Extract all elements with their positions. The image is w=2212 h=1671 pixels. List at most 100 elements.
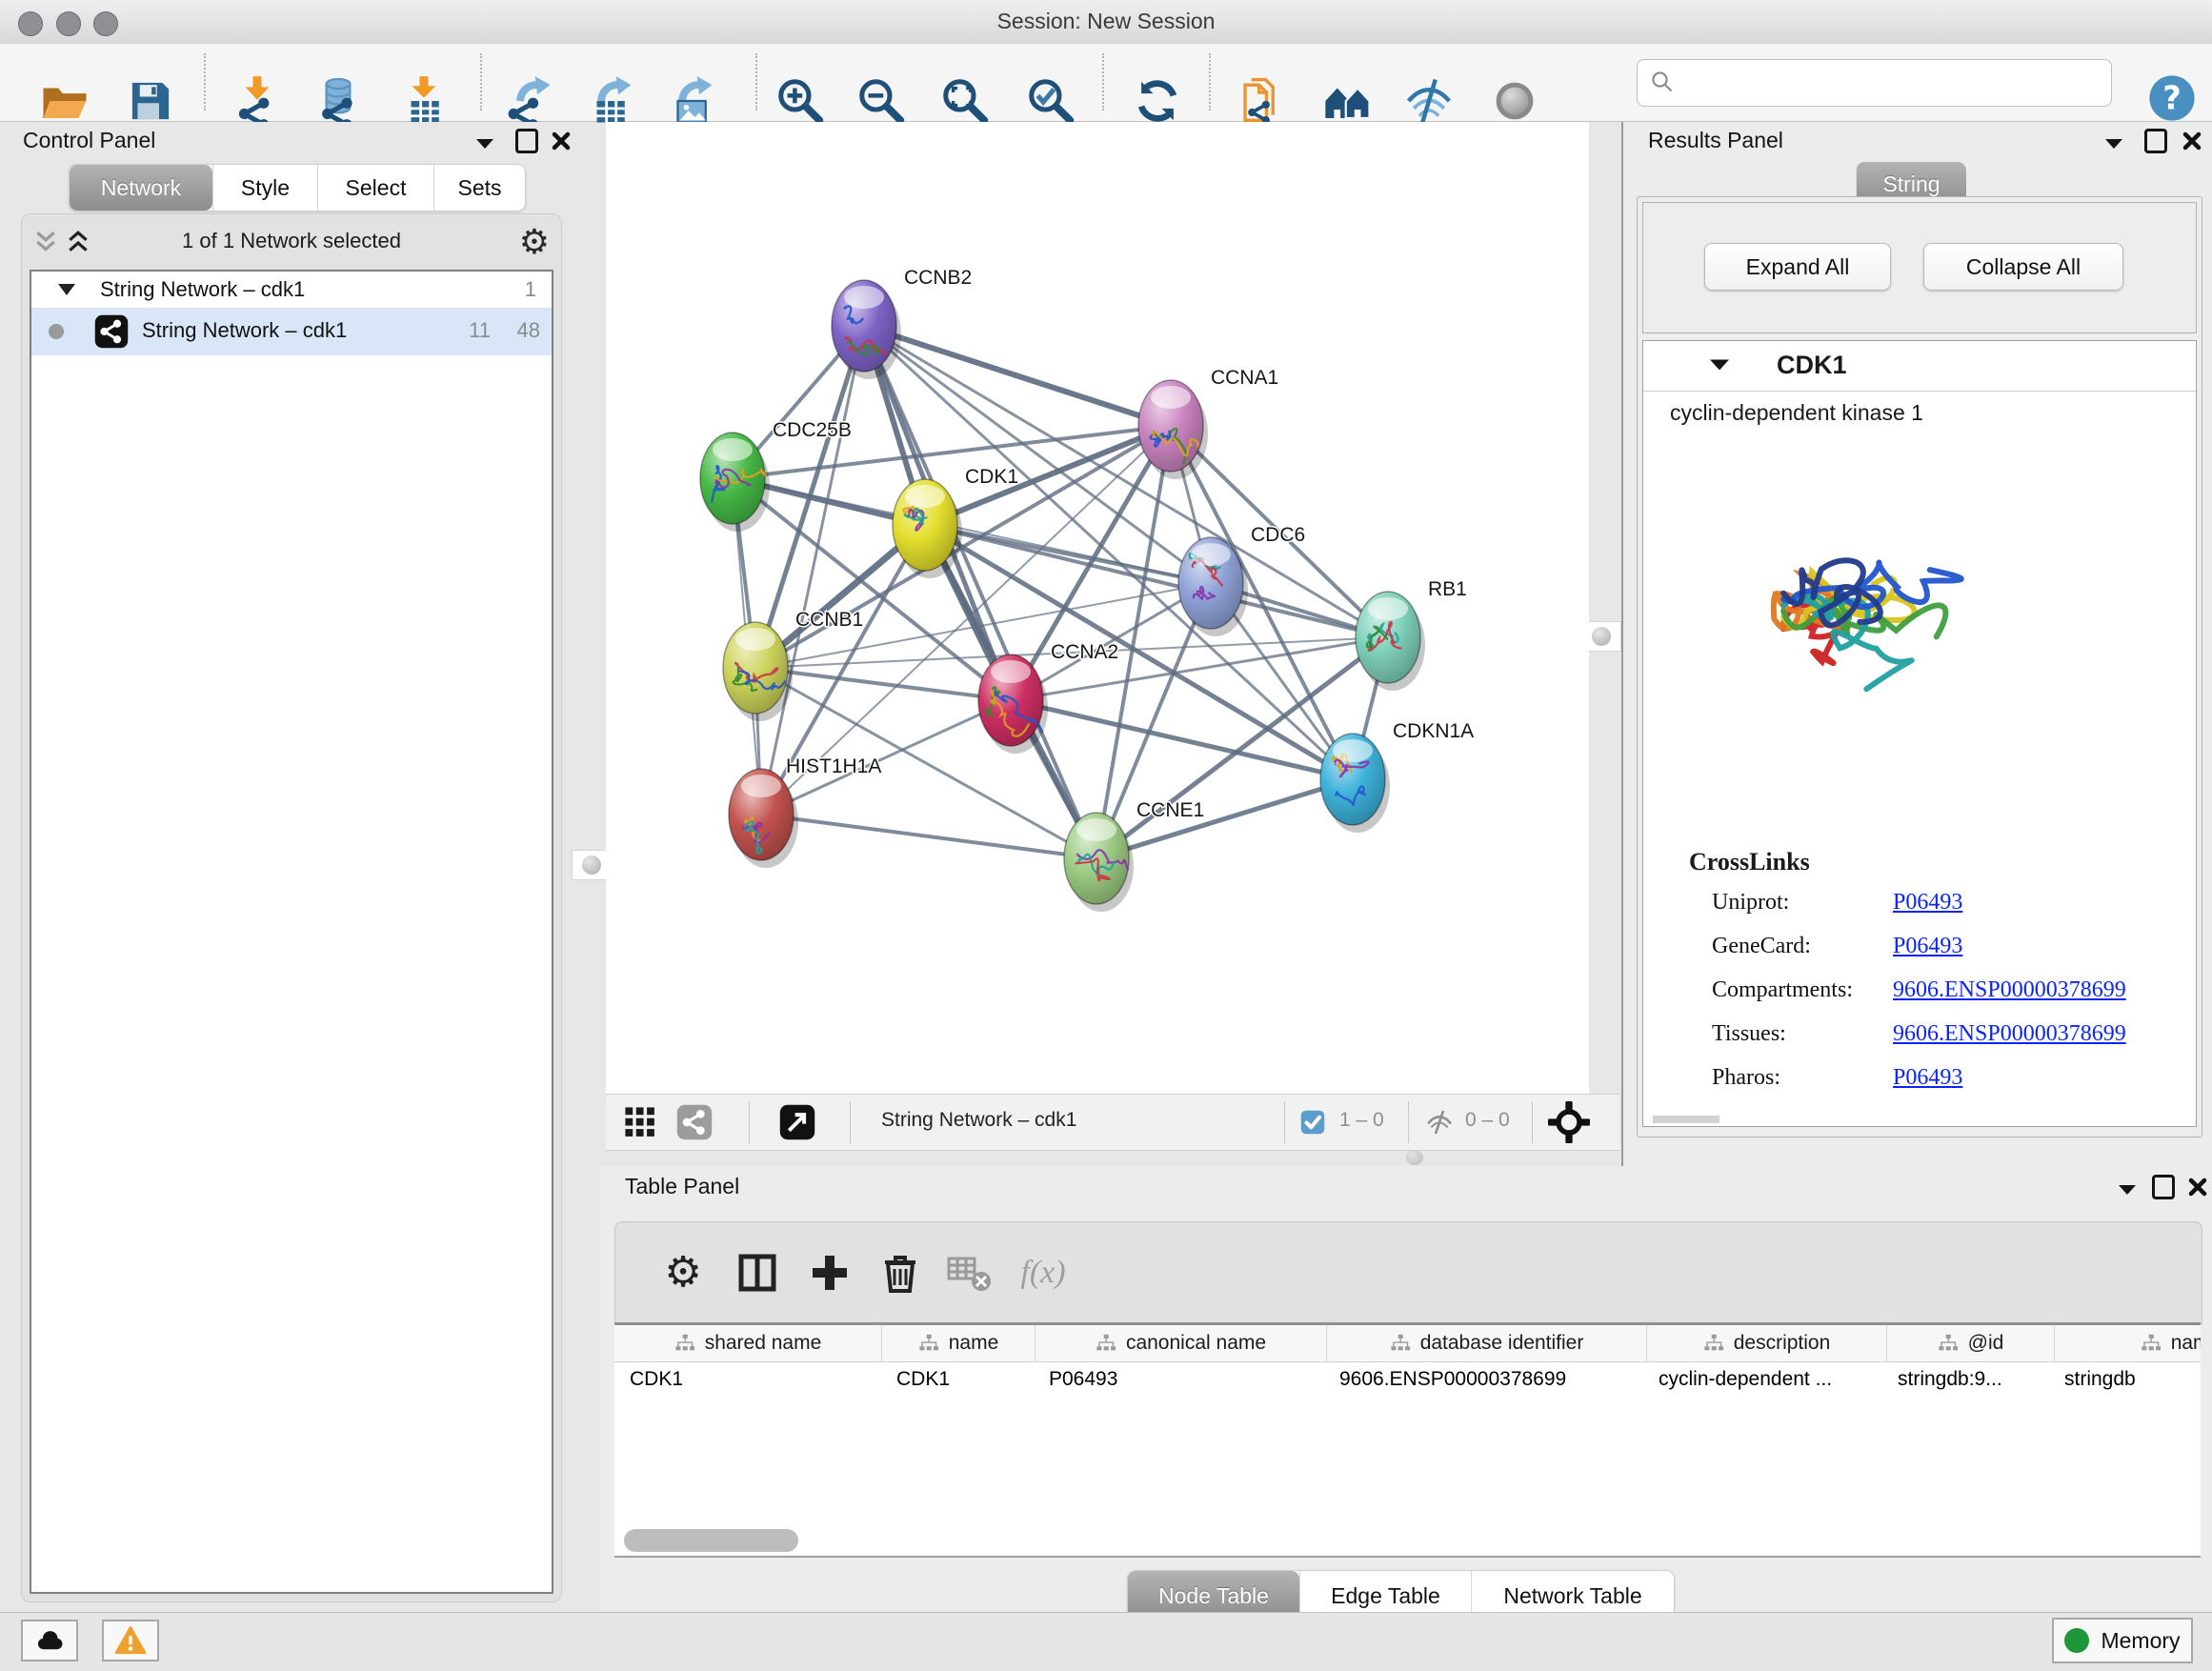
network-list-options-button[interactable]: ⚙ bbox=[519, 222, 550, 262]
column-header-label: description bbox=[1734, 1332, 1831, 1355]
column-type-icon bbox=[674, 1333, 695, 1354]
houses-icon bbox=[1322, 75, 1374, 127]
control-panel-close-button[interactable] bbox=[547, 127, 575, 155]
search-input[interactable] bbox=[1679, 63, 2111, 103]
network-view-title: String Network – cdk1 bbox=[881, 1109, 1076, 1132]
toolbar-separator bbox=[755, 53, 757, 111]
export-network-icon bbox=[503, 75, 554, 127]
selected-checkbox-icon[interactable] bbox=[1299, 1109, 1326, 1136]
tab-style[interactable]: Style bbox=[212, 165, 317, 211]
node-label-CCNA2: CCNA2 bbox=[1051, 641, 1118, 663]
crosslink-link[interactable]: P06493 bbox=[1893, 934, 1962, 959]
cloud-icon bbox=[33, 1624, 66, 1657]
table-panel-float-button[interactable] bbox=[2149, 1173, 2178, 1201]
node-HIST1H1A[interactable]: HIST1H1A bbox=[729, 755, 881, 868]
network-view-button[interactable] bbox=[674, 1102, 714, 1142]
column-header-label: shared name bbox=[705, 1332, 822, 1355]
expand-all-button[interactable]: Expand All bbox=[1704, 243, 1891, 291]
tab-select[interactable]: Select bbox=[317, 165, 433, 211]
import-database-icon bbox=[312, 75, 364, 127]
control-panel-float-button[interactable] bbox=[513, 127, 541, 155]
network-list: String Network – cdk1 1 String Network –… bbox=[30, 270, 553, 1594]
tab-sets[interactable]: Sets bbox=[433, 165, 525, 211]
delete-column-button[interactable] bbox=[873, 1245, 928, 1300]
network-canvas[interactable]: CCNB2CCNA1CDC25BCDK1CDC6RB1CCNB1CCNA2CDK… bbox=[606, 122, 1589, 1094]
document-share-icon bbox=[1237, 75, 1288, 127]
column-options-button[interactable]: ⚙ bbox=[655, 1245, 711, 1300]
crosshair-icon bbox=[1548, 1101, 1590, 1143]
crosslink-link[interactable]: 9606.ENSP00000378699 bbox=[1893, 977, 2126, 1003]
column-header-label: database identifier bbox=[1420, 1332, 1584, 1355]
network-row[interactable]: String Network – cdk1 11 48 bbox=[31, 308, 552, 355]
column-header-shared-name[interactable]: shared name bbox=[614, 1325, 882, 1361]
gear-icon: ⚙ bbox=[519, 222, 550, 261]
control-panel: Control Panel NetworkStyleSelectSets bbox=[10, 122, 573, 1606]
node-CCNE1[interactable]: CCNE1 bbox=[1064, 799, 1204, 912]
network-collection-row[interactable]: String Network – cdk1 1 bbox=[31, 272, 552, 308]
svg-text:?: ? bbox=[2162, 79, 2182, 116]
grid-view-button[interactable] bbox=[621, 1104, 659, 1140]
network-tab-content: 1 of 1 Network selected ⚙ String Network… bbox=[21, 213, 562, 1602]
gear-icon: ⚙ bbox=[660, 1250, 706, 1296]
import-table-icon bbox=[398, 75, 450, 127]
column-header-namespace[interactable]: namespace bbox=[2055, 1325, 2201, 1361]
column-header-@id[interactable]: @id bbox=[1887, 1325, 2055, 1361]
node-label-CCNB1: CCNB1 bbox=[795, 609, 863, 631]
tree-expander-icon[interactable] bbox=[58, 284, 75, 295]
column-header-name[interactable]: name bbox=[882, 1325, 1036, 1361]
hidden-node-edge-counts: 0 – 0 bbox=[1465, 1109, 1510, 1132]
table-panel-close-button[interactable] bbox=[2183, 1173, 2212, 1201]
column-type-icon bbox=[1703, 1333, 1724, 1354]
crosslink-label: Tissues: bbox=[1712, 1021, 1786, 1047]
toolbar-separator bbox=[480, 53, 482, 111]
show-columns-button[interactable] bbox=[730, 1245, 785, 1300]
table-panel-menu-button[interactable] bbox=[2113, 1176, 2142, 1204]
network-node-count: 11 bbox=[449, 318, 491, 343]
share-icon bbox=[676, 1104, 713, 1140]
table-hscrollbar-thumb[interactable] bbox=[624, 1529, 798, 1552]
plus-icon bbox=[807, 1250, 853, 1296]
table-cell: cyclin-dependent ... bbox=[1643, 1361, 1882, 1398]
string-results-container: Expand All Collapse All CDK1 cyclin-depe… bbox=[1637, 196, 2202, 1137]
node-label-HIST1H1A: HIST1H1A bbox=[786, 755, 881, 777]
node-RB1[interactable]: RB1 bbox=[1356, 578, 1467, 691]
horizontal-splitter-handle[interactable] bbox=[1406, 1150, 1423, 1165]
network-edge-count: 48 bbox=[498, 318, 540, 343]
results-scrollbar-thumb[interactable] bbox=[1653, 1116, 1719, 1123]
column-header-label: name bbox=[949, 1332, 999, 1355]
birdseye-view-button[interactable] bbox=[1547, 1100, 1591, 1144]
help-button[interactable]: ? bbox=[2145, 72, 2199, 126]
column-header-description[interactable]: description bbox=[1647, 1325, 1887, 1361]
protein-card-header[interactable]: CDK1 bbox=[1643, 341, 2196, 392]
cloud-button[interactable] bbox=[21, 1620, 78, 1661]
column-header-canonical-name[interactable]: canonical name bbox=[1036, 1325, 1327, 1361]
selected-node-edge-counts: 1 – 0 bbox=[1339, 1109, 1384, 1132]
crosslink-link[interactable]: P06493 bbox=[1893, 890, 1962, 916]
node-CDKN1A[interactable]: CDKN1A bbox=[1320, 720, 1474, 833]
table-clear-icon bbox=[946, 1250, 992, 1296]
node-label-CDKN1A: CDKN1A bbox=[1393, 720, 1474, 742]
collapse-all-button[interactable]: Collapse All bbox=[1923, 243, 2123, 291]
float-window-icon bbox=[2144, 129, 2167, 153]
column-type-icon bbox=[2141, 1333, 2162, 1354]
detach-view-button[interactable] bbox=[777, 1102, 817, 1142]
node-label-CCNB2: CCNB2 bbox=[904, 267, 972, 289]
protein-structure-image bbox=[1755, 497, 2088, 793]
table-row[interactable]: CDK1CDK1P064939606.ENSP00000378699cyclin… bbox=[614, 1361, 2201, 1398]
warnings-button[interactable] bbox=[102, 1620, 159, 1661]
node-CDC6[interactable]: CDC6 bbox=[1178, 524, 1305, 636]
results-panel-close-button[interactable] bbox=[2178, 127, 2206, 155]
tab-network[interactable]: Network bbox=[70, 165, 212, 211]
node-CCNA2[interactable]: CCNA2 bbox=[978, 641, 1118, 754]
results-panel-float-button[interactable] bbox=[2142, 127, 2170, 155]
results-panel-menu-button[interactable] bbox=[2100, 130, 2128, 158]
control-panel-menu-button[interactable] bbox=[471, 130, 499, 158]
memory-button[interactable]: Memory bbox=[2052, 1618, 2193, 1663]
column-header-database-identifier[interactable]: database identifier bbox=[1327, 1325, 1647, 1361]
titlebar: Session: New Session bbox=[0, 0, 2212, 45]
add-column-button[interactable] bbox=[802, 1245, 857, 1300]
network-view-toolbar: String Network – cdk1 1 – 0 0 – 0 bbox=[606, 1094, 1619, 1151]
crosslink-link[interactable]: 9606.ENSP00000378699 bbox=[1893, 1021, 2126, 1047]
crosslink-link[interactable]: P06493 bbox=[1893, 1065, 1962, 1091]
toolbar-separator bbox=[204, 53, 206, 111]
